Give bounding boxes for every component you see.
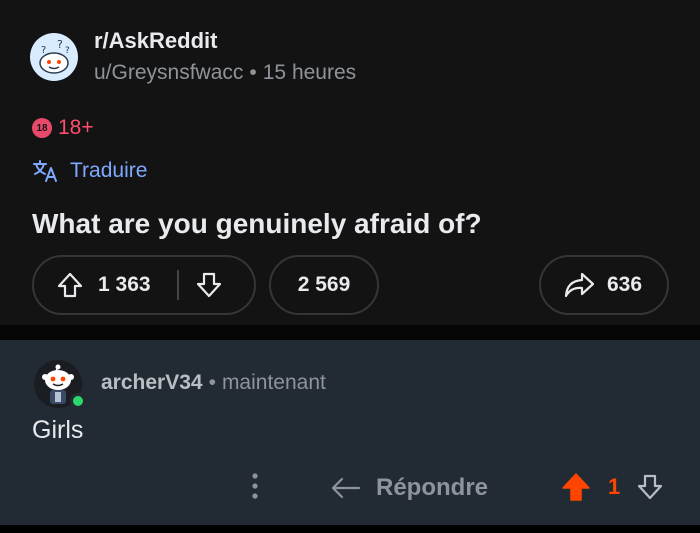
comment-meta: archerV34 • maintenant <box>101 371 326 395</box>
post-time: 15 heures <box>262 61 357 84</box>
translate-button[interactable]: Traduire <box>32 156 147 186</box>
vote-bar: 1 363 <box>32 255 256 315</box>
share-button[interactable]: 636 <box>539 255 669 315</box>
share-count: 636 <box>607 273 643 296</box>
online-status-indicator <box>70 393 86 409</box>
comment-downvote-icon[interactable] <box>636 473 664 501</box>
vote-divider <box>176 270 179 300</box>
comment-author[interactable]: archerV34 <box>101 371 203 394</box>
bottom-edge <box>0 525 700 533</box>
downvote-icon[interactable] <box>195 271 223 299</box>
nsfw-icon: 18 <box>32 118 52 138</box>
meta-separator: • <box>249 61 257 84</box>
more-options-icon[interactable] <box>247 470 263 502</box>
comment-body: Girls <box>32 416 84 444</box>
post-title[interactable]: What are you genuinely afraid of? <box>32 208 482 240</box>
upvote-icon[interactable] <box>56 271 84 299</box>
divider <box>0 325 700 340</box>
comment-upvote-icon[interactable] <box>560 472 592 502</box>
translate-icon <box>32 159 60 183</box>
post-meta: u/Greysnsfwacc • 15 heures <box>94 61 356 85</box>
svg-text:?: ? <box>41 45 46 56</box>
upvote-count: 1 363 <box>98 273 151 296</box>
comment-count: 2 569 <box>297 273 351 296</box>
meta-separator: • <box>208 371 216 394</box>
post-card: ? ? ? r/AskReddit u/Greysnsfwacc • 15 heur… <box>0 0 700 325</box>
subreddit-name[interactable]: r/AskReddit <box>94 28 217 54</box>
subreddit-avatar-icon[interactable]: ? ? ? <box>30 33 78 81</box>
comment-score: 1 <box>608 474 621 499</box>
comment-time: maintenant <box>221 371 326 394</box>
svg-text:?: ? <box>65 46 70 56</box>
svg-text:?: ? <box>57 38 63 51</box>
reply-icon <box>330 475 362 501</box>
translate-label: Traduire <box>70 159 148 182</box>
comment-votes: 1 <box>560 470 664 504</box>
reply-button[interactable]: Répondre <box>330 471 488 505</box>
nsfw-label: 18+ <box>58 116 94 139</box>
nsfw-tag: 18 18+ <box>32 114 94 142</box>
comment-card: archerV34 • maintenant Girls Répondre 1 <box>0 340 700 525</box>
post-author[interactable]: u/Greysnsfwacc <box>94 61 243 84</box>
comments-button[interactable]: 2 569 <box>269 255 379 315</box>
share-icon <box>563 271 595 299</box>
reply-label: Répondre <box>376 474 489 501</box>
